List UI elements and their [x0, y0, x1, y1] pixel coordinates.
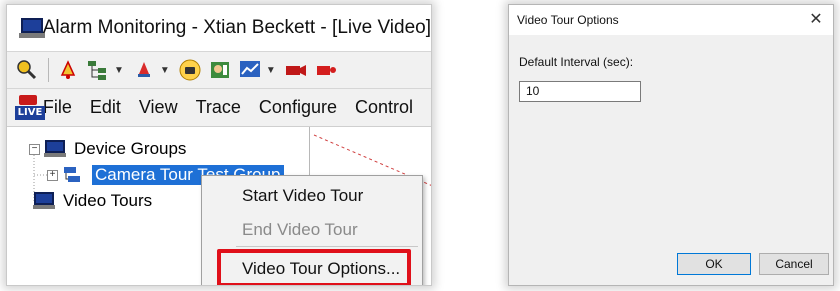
menu-configure[interactable]: Configure [259, 97, 337, 118]
tree-node-device-groups[interactable]: − Device Groups [29, 137, 186, 161]
record-camera-icon[interactable] [312, 56, 340, 84]
camera-badge-icon[interactable] [176, 56, 204, 84]
camera-group-icon [62, 165, 86, 185]
dialog-titlebar: Video Tour Options ✕ [509, 5, 833, 35]
toolbar: ▼ ▼ ▼ [7, 51, 431, 89]
dropdown-arrow-icon[interactable]: ▼ [160, 65, 170, 76]
alarm-bell-icon[interactable] [54, 56, 82, 84]
device-tree-icon[interactable] [84, 56, 112, 84]
close-icon[interactable]: ✕ [805, 9, 827, 31]
dialog-title: Video Tour Options [517, 13, 619, 27]
monitor-app-icon [19, 16, 45, 40]
default-interval-input[interactable]: 10 [519, 81, 641, 102]
live-video-icon: LIVE [15, 94, 45, 121]
graph-icon[interactable] [236, 56, 264, 84]
menu-item-end-video-tour: End Video Tour [242, 220, 358, 239]
window-title: Alarm Monitoring - Xtian Beckett - [Live… [42, 17, 431, 38]
alarm-monitoring-window: Alarm Monitoring - Xtian Beckett - [Live… [6, 4, 432, 286]
search-icon[interactable] [13, 56, 41, 84]
cancel-button[interactable]: Cancel [759, 253, 829, 275]
menu-bar: LIVE File Edit View Trace Configure Cont… [7, 89, 431, 127]
menu-edit[interactable]: Edit [90, 97, 121, 118]
expand-icon[interactable]: + [47, 169, 58, 181]
cardholder-icon[interactable] [206, 56, 234, 84]
menu-trace[interactable]: Trace [196, 97, 241, 118]
window-titlebar: Alarm Monitoring - Xtian Beckett - [Live… [7, 5, 431, 51]
monitor-icon [33, 191, 57, 211]
tree-node-video-tours[interactable]: Video Tours [33, 189, 152, 213]
menu-view[interactable]: View [139, 97, 178, 118]
alarm-icon[interactable] [130, 56, 158, 84]
tree-node-label: Video Tours [63, 191, 153, 210]
video-tour-options-dialog: Video Tour Options ✕ Default Interval (s… [508, 4, 834, 286]
menu-control[interactable]: Control [355, 97, 413, 118]
tree-node-label: Device Groups [74, 139, 187, 158]
collapse-icon[interactable]: − [29, 143, 40, 155]
video-camera-icon[interactable] [282, 56, 310, 84]
monitor-icon [44, 139, 68, 159]
dropdown-arrow-icon[interactable]: ▼ [266, 65, 276, 76]
ok-button[interactable]: OK [677, 253, 751, 275]
menu-item-start-video-tour[interactable]: Start Video Tour [242, 186, 363, 206]
highlight-box [217, 249, 411, 285]
menu-separator [236, 246, 418, 247]
menu-file[interactable]: File [43, 97, 72, 118]
dropdown-arrow-icon[interactable]: ▼ [114, 65, 124, 76]
default-interval-label: Default Interval (sec): [519, 55, 634, 69]
